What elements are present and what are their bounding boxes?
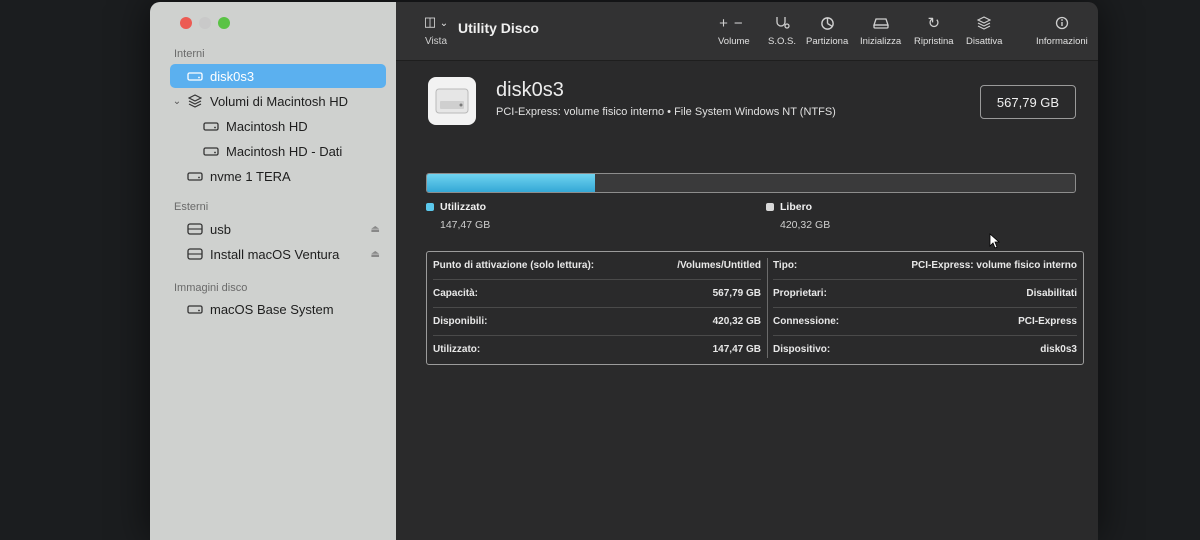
view-label: Vista xyxy=(424,36,448,47)
pie-partition-icon xyxy=(806,12,848,34)
unmount-icon xyxy=(966,12,1002,34)
section-title-immagini-disco: Immagini disco xyxy=(174,282,248,294)
sidebar-item-label: Install macOS Ventura xyxy=(210,246,340,262)
partition-button[interactable]: Partiziona xyxy=(806,12,848,47)
erase-button[interactable]: Inizializza xyxy=(860,12,901,47)
info-row: Capacità: 567,79 GB xyxy=(433,280,761,308)
sidebar-item-label: nvme 1 TERA xyxy=(210,168,291,184)
sidebar-item-usb[interactable]: usb ⏏ xyxy=(170,217,386,241)
sidebar-item-label: Macintosh HD - Dati xyxy=(226,143,343,159)
external-drive-icon xyxy=(184,248,206,260)
info-row: Punto di attivazione (solo lettura):/Vol… xyxy=(433,252,761,280)
sidebar-item-label: Volumi di Macintosh HD xyxy=(210,93,348,109)
sidebar-item-label: disk0s3 xyxy=(210,68,255,84)
disk-capacity-badge: 567,79 GB xyxy=(980,85,1076,119)
info-button[interactable]: Informazioni xyxy=(1036,12,1088,47)
used-swatch xyxy=(426,203,434,211)
internal-drive-icon xyxy=(184,171,206,181)
disk-name: disk0s3 xyxy=(496,79,564,101)
eject-icon[interactable]: ⏏ xyxy=(371,249,380,260)
disk-utility-window: Interni disk0s3 ⌄ Volumi di Macintosh HD… xyxy=(150,2,1098,540)
free-label: Libero xyxy=(780,201,813,213)
section-title-esterni: Esterni xyxy=(174,201,209,213)
used-value: 147,47 GB xyxy=(440,219,491,231)
info-row: Connessione: PCI-Express xyxy=(773,308,1077,336)
zoom-window-button[interactable] xyxy=(218,17,230,29)
stethoscope-icon xyxy=(768,12,796,34)
external-drive-icon xyxy=(184,223,206,235)
sidebar-item-macintosh-hd-dati[interactable]: Macintosh HD - Dati xyxy=(200,139,386,163)
app-title: Utility Disco xyxy=(458,20,539,36)
internal-drive-icon xyxy=(200,121,222,131)
sidebar-item-label: usb xyxy=(210,221,231,237)
column-divider xyxy=(767,258,768,358)
section-title-interni: Interni xyxy=(174,48,205,60)
restore-button[interactable]: ↻ Ripristina xyxy=(914,12,954,47)
sidebar-item-nvme-1-tera[interactable]: nvme 1 TERA xyxy=(170,164,386,188)
info-row: Tipo: PCI-Express: volume fisico interno xyxy=(773,252,1077,280)
internal-drive-icon xyxy=(200,146,222,156)
info-row: Disponibili: 420,32 GB xyxy=(433,308,761,336)
plus-minus-icon: +− xyxy=(719,14,749,32)
toolbar: ◫ ⌄ Vista Utility Disco +− Volume S.O.S.… xyxy=(396,2,1098,61)
volume-stack-icon xyxy=(184,94,206,108)
info-row: Proprietari: Disabilitati xyxy=(773,280,1077,308)
close-window-button[interactable] xyxy=(180,17,192,29)
chevron-down-icon[interactable]: ⌄ xyxy=(170,96,184,107)
sidebar-toggle-icon: ◫ xyxy=(423,14,437,29)
chevron-down-icon: ⌄ xyxy=(439,18,449,29)
disk-description: PCI-Express: volume fisico interno • Fil… xyxy=(496,106,836,118)
sidebar-item-label: Macintosh HD xyxy=(226,118,308,134)
sidebar-item-install-macos-ventura[interactable]: Install macOS Ventura ⏏ xyxy=(170,242,386,266)
sidebar: Interni disk0s3 ⌄ Volumi di Macintosh HD… xyxy=(150,2,396,540)
first-aid-button[interactable]: S.O.S. xyxy=(768,12,796,47)
restore-icon: ↻ xyxy=(927,15,941,32)
minimize-window-button[interactable] xyxy=(199,17,211,29)
sidebar-item-macos-base-system[interactable]: macOS Base System xyxy=(170,297,386,321)
info-column-right: Tipo: PCI-Express: volume fisico interno … xyxy=(773,252,1077,364)
internal-drive-icon xyxy=(184,71,206,81)
info-table: Punto di attivazione (solo lettura):/Vol… xyxy=(426,251,1084,365)
sidebar-item-label: macOS Base System xyxy=(210,301,334,317)
usage-bar xyxy=(426,173,1076,193)
erase-icon xyxy=(860,12,901,34)
main-content: disk0s3 PCI-Express: volume fisico inter… xyxy=(396,61,1098,540)
view-menu-button[interactable]: ◫ ⌄ Vista xyxy=(416,14,456,47)
unmount-button[interactable]: Disattiva xyxy=(966,12,1002,47)
info-row: Utilizzato: 147,47 GB xyxy=(433,344,761,355)
window-controls xyxy=(180,17,230,29)
sidebar-item-disk0s3[interactable]: disk0s3 xyxy=(170,64,386,88)
sidebar-item-macintosh-hd[interactable]: Macintosh HD xyxy=(200,114,386,138)
info-row: Dispositivo: disk0s3 xyxy=(773,344,1077,355)
sidebar-item-volumi-macintosh-hd[interactable]: ⌄ Volumi di Macintosh HD xyxy=(170,89,386,113)
usage-bar-fill xyxy=(427,174,596,192)
legend-free: Libero 420,32 GB xyxy=(766,201,830,231)
internal-drive-icon xyxy=(428,77,476,125)
free-swatch xyxy=(766,203,774,211)
legend-used: Utilizzato 147,47 GB xyxy=(426,201,490,231)
volume-button[interactable]: +− Volume xyxy=(718,12,750,48)
disk-image-icon xyxy=(184,304,206,314)
eject-icon[interactable]: ⏏ xyxy=(371,224,380,235)
info-icon xyxy=(1036,12,1088,34)
free-value: 420,32 GB xyxy=(780,219,831,231)
info-column-left: Punto di attivazione (solo lettura):/Vol… xyxy=(433,252,761,364)
used-label: Utilizzato xyxy=(440,201,487,213)
